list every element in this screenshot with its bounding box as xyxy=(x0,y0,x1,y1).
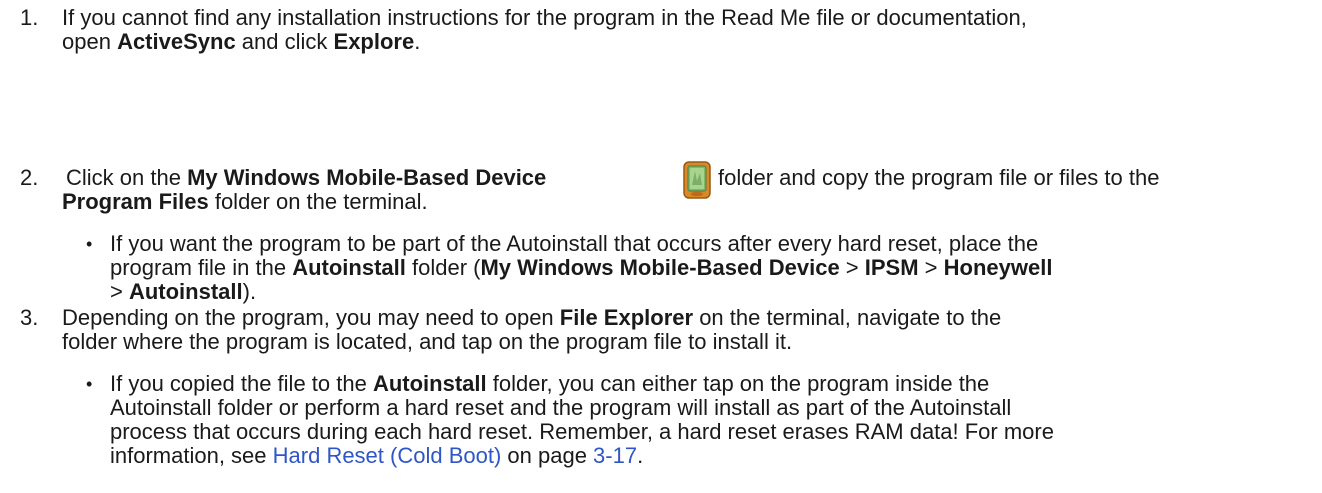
bullet-text: . xyxy=(637,443,644,468)
windows-mobile-device-icon xyxy=(683,161,711,199)
step-1-text: . xyxy=(414,29,421,54)
step-1-text: open xyxy=(62,29,118,54)
hard-reset-link[interactable]: Hard Reset (Cold Boot) xyxy=(273,443,502,468)
step-2-number: 2. xyxy=(20,165,39,190)
path-separator: > xyxy=(110,279,129,304)
step-2-bullet-line-2: program file in the Autoinstall folder (… xyxy=(110,256,1052,280)
bullet-text: on page xyxy=(501,443,594,468)
step-3-bullet-line-4: information, see Hard Reset (Cold Boot) … xyxy=(110,444,643,468)
step-3-text: Depending on the program, you may need t… xyxy=(62,305,560,330)
step-2-text: Click on the xyxy=(66,165,188,190)
step-3-line-1: Depending on the program, you may need t… xyxy=(62,306,1001,330)
step-2-line-1-end: folder and copy the program file or file… xyxy=(718,165,1160,190)
ipsm-term: IPSM xyxy=(864,255,919,280)
path-separator: > xyxy=(918,255,944,280)
bullet-text: If you copied the file to the xyxy=(110,371,373,396)
step-2-line-2: Program Files folder on the terminal. xyxy=(62,190,428,214)
step-2-bullet-line-3: > Autoinstall). xyxy=(110,280,256,304)
page-reference-link[interactable]: 3-17 xyxy=(593,443,637,468)
program-files-term: Program Files xyxy=(62,189,209,214)
step-2-bullet: • xyxy=(86,234,93,254)
autoinstall-term: Autoinstall xyxy=(292,255,406,280)
my-windows-mobile-device-term: My Windows Mobile-Based Device xyxy=(187,165,547,190)
explore-term: Explore xyxy=(333,29,415,54)
my-windows-mobile-device-term: My Windows Mobile-Based Device xyxy=(480,255,840,280)
step-1-text: and click xyxy=(235,29,334,54)
step-2-text: folder on the terminal. xyxy=(208,189,428,214)
step-1-line-2: open ActiveSync and click Explore. xyxy=(62,30,420,54)
step-3-number: 3. xyxy=(20,305,39,330)
bullet-text: folder, you can either tap on the progra… xyxy=(486,371,990,396)
step-3-line-2: folder where the program is located, and… xyxy=(62,329,793,354)
autoinstall-term: Autoinstall xyxy=(372,371,487,396)
step-1-number: 1. xyxy=(20,5,39,30)
step-3-bullet-line-3: process that occurs during each hard res… xyxy=(110,419,1054,444)
bullet-text: information, see xyxy=(110,443,273,468)
step-1-line-1: If you cannot find any installation inst… xyxy=(62,5,1027,30)
step-3-bullet: • xyxy=(86,374,93,394)
step-3-bullet-line-1: If you copied the file to the Autoinstal… xyxy=(110,372,989,396)
bullet-text: folder ( xyxy=(405,255,481,280)
bullet-text: ). xyxy=(242,279,257,304)
path-separator: > xyxy=(839,255,865,280)
honeywell-term: Honeywell xyxy=(943,255,1053,280)
bullet-text: program file in the xyxy=(110,255,293,280)
step-2-bullet-line-1: If you want the program to be part of th… xyxy=(110,231,1039,256)
autoinstall-term: Autoinstall xyxy=(128,279,243,304)
activesync-term: ActiveSync xyxy=(117,29,236,54)
step-3-text: on the terminal, navigate to the xyxy=(693,305,1002,330)
step-3-bullet-line-2: Autoinstall folder or perform a hard res… xyxy=(110,395,1012,420)
step-2-line-1: Click on the My Windows Mobile-Based Dev… xyxy=(66,166,546,190)
file-explorer-term: File Explorer xyxy=(559,305,694,330)
